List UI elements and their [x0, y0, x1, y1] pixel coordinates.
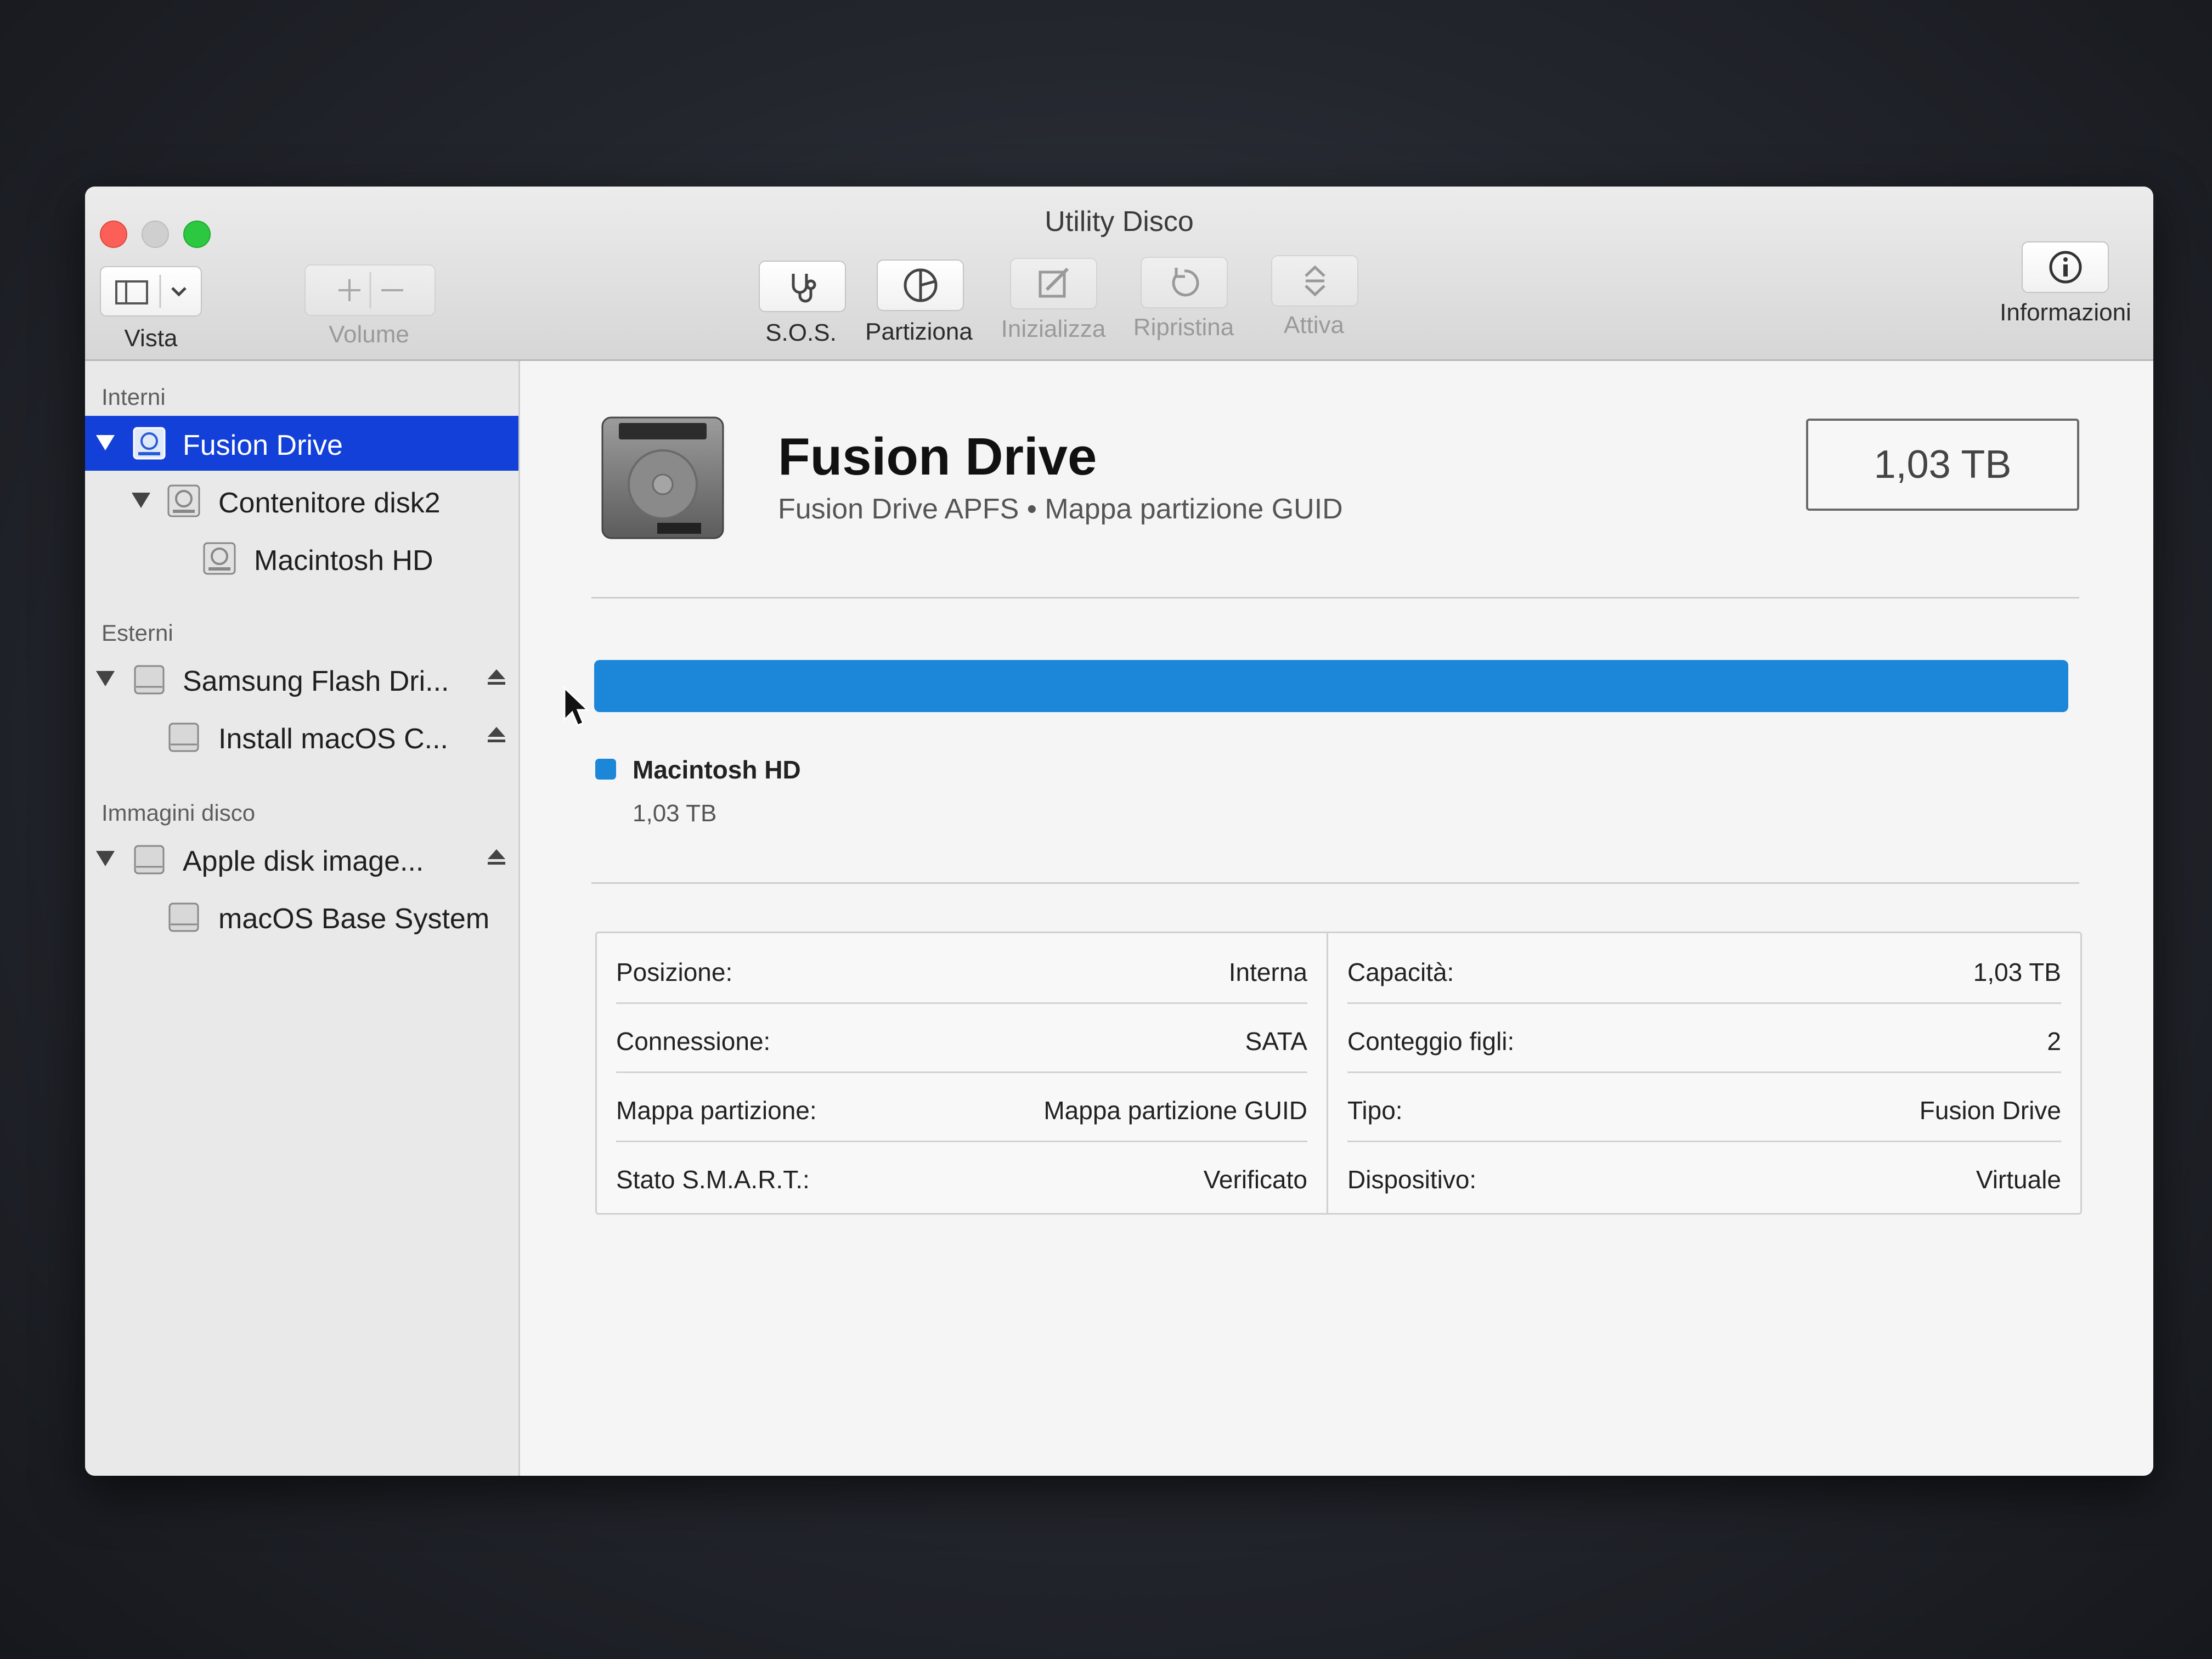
erase-label: Inizializza — [1001, 315, 1106, 342]
sidebar-section-external: Esterni — [101, 620, 173, 646]
sidebar-item-label: Fusion Drive — [183, 430, 343, 461]
info-label: Connessione: — [616, 1027, 771, 1056]
pie-partition-icon — [904, 268, 937, 302]
info-row: Dispositivo: Virtuale — [1347, 1141, 2061, 1210]
info-value: Interna — [1228, 958, 1307, 986]
info-row: Tipo: Fusion Drive — [1347, 1071, 2061, 1142]
restore-label: Ripristina — [1133, 314, 1234, 341]
mount-label: Attiva — [1283, 312, 1345, 338]
disk-image-icon — [134, 845, 165, 874]
sidebar-item-label: Macintosh HD — [254, 545, 433, 577]
legend-swatch — [595, 759, 616, 780]
eject-icon[interactable] — [486, 846, 507, 868]
toolbar: Utility Disco Vista Volume S.O.S. Partiz… — [85, 187, 2153, 361]
info-value: Mappa partizione GUID — [1043, 1096, 1307, 1125]
view-button[interactable] — [100, 266, 202, 317]
stethoscope-icon — [792, 274, 816, 303]
info-value: 1,03 TB — [1973, 958, 2061, 986]
volume-label: Volume — [329, 321, 409, 348]
external-volume-icon — [168, 723, 199, 752]
first-aid-label: S.O.S. — [765, 319, 837, 346]
info-label: Dispositivo: — [1347, 1165, 1477, 1194]
info-table: Posizione: Interna Connessione: SATA Map… — [595, 932, 2082, 1215]
volume-buttons[interactable] — [304, 264, 436, 316]
info-icon — [2049, 251, 2081, 284]
info-value: SATA — [1245, 1027, 1307, 1056]
disk-subtitle: Fusion Drive APFS • Mappa partizione GUI… — [778, 493, 1343, 525]
info-value: Fusion Drive — [1919, 1096, 2061, 1125]
info-column-right: Capacità: 1,03 TB Conteggio figli: 2 Tip… — [1328, 933, 2080, 1213]
info-row: Conteggio figli: 2 — [1347, 1002, 2061, 1073]
disk-title: Fusion Drive — [778, 427, 1097, 486]
info-row: Mappa partizione: Mappa partizione GUID — [616, 1071, 1307, 1142]
view-label: Vista — [124, 325, 178, 352]
partition-button[interactable] — [877, 259, 964, 311]
restore-arrow-icon — [1172, 268, 1199, 297]
info-row: Posizione: Interna — [616, 933, 1307, 1004]
legend-volume-name: Macintosh HD — [633, 755, 801, 784]
legend-volume-size: 1,03 TB — [633, 800, 717, 827]
info-row: Connessione: SATA — [616, 1002, 1307, 1073]
volume-disk-icon — [203, 542, 236, 575]
info-label: Posizione: — [616, 958, 733, 986]
sidebar-item-install-macos[interactable]: Install macOS C... — [85, 709, 518, 764]
usage-bar — [594, 660, 2068, 712]
sidebar-item-samsung-flash-drive[interactable]: Samsung Flash Dri... — [85, 652, 518, 707]
info-label: Tipo: — [1347, 1096, 1403, 1125]
capacity-badge: 1,03 TB — [1806, 419, 2079, 511]
first-aid-button[interactable] — [759, 261, 846, 312]
eject-icon[interactable] — [486, 666, 507, 688]
sidebar-item-label: Apple disk image... — [183, 845, 424, 877]
mouse-pointer-icon — [563, 686, 590, 726]
sidebar-view-icon — [115, 275, 187, 308]
info-label: Capacità: — [1347, 958, 1454, 986]
sidebar-item-fusion-drive[interactable]: Fusion Drive — [85, 416, 518, 471]
disk-utility-window: Utility Disco Vista Volume S.O.S. Partiz… — [85, 187, 2153, 1476]
mount-icon — [1304, 265, 1325, 297]
window-title: Utility Disco — [1045, 206, 1194, 238]
sidebar-section-disk-images: Immagini disco — [101, 800, 256, 826]
info-label: Mappa partizione: — [616, 1096, 817, 1125]
info-row: Stato S.M.A.R.T.: Verificato — [616, 1141, 1307, 1210]
info-value: Verificato — [1203, 1165, 1307, 1194]
sidebar-item-macos-base-system[interactable]: macOS Base System — [85, 889, 518, 944]
sidebar-item-label: Install macOS C... — [218, 723, 448, 755]
sidebar-item-container-disk2[interactable]: Contenitore disk2 — [85, 473, 518, 528]
mount-button[interactable] — [1271, 255, 1358, 307]
info-label: Conteggio figli: — [1347, 1027, 1515, 1056]
sidebar-item-label: Samsung Flash Dri... — [183, 665, 449, 697]
sidebar: Interni Fusion Drive Contenitore disk2 M… — [85, 361, 520, 1476]
info-value: 2 — [2047, 1027, 2061, 1056]
info-row: Capacità: 1,03 TB — [1347, 933, 2061, 1004]
divider — [591, 882, 2079, 884]
disclosure-triangle-icon[interactable] — [96, 851, 115, 866]
main-panel: Fusion Drive Fusion Drive APFS • Mappa p… — [520, 361, 2153, 1476]
container-disk-icon — [167, 484, 200, 517]
sidebar-item-macintosh-hd[interactable]: Macintosh HD — [85, 531, 518, 586]
internal-disk-icon — [133, 427, 166, 460]
disclosure-triangle-icon[interactable] — [96, 671, 115, 686]
external-disk-icon — [134, 665, 165, 695]
info-label: Informazioni — [2000, 299, 2131, 326]
sidebar-section-internal: Interni — [101, 384, 166, 410]
erase-pencil-icon — [1039, 267, 1069, 298]
info-label: Stato S.M.A.R.T.: — [616, 1165, 810, 1194]
info-value: Virtuale — [1976, 1165, 2061, 1194]
divider — [591, 597, 2079, 599]
disk-image-volume-icon — [168, 902, 199, 932]
disclosure-triangle-icon[interactable] — [96, 435, 115, 450]
info-button[interactable] — [2022, 241, 2109, 293]
eject-icon[interactable] — [486, 724, 507, 746]
erase-button[interactable] — [1010, 258, 1097, 309]
add-remove-icon — [338, 272, 403, 308]
restore-button[interactable] — [1141, 257, 1228, 308]
sidebar-item-apple-disk-image[interactable]: Apple disk image... — [85, 832, 518, 887]
sidebar-item-label: Contenitore disk2 — [218, 487, 441, 519]
sidebar-item-label: macOS Base System — [218, 903, 490, 935]
info-column-left: Posizione: Interna Connessione: SATA Map… — [597, 933, 1328, 1213]
disclosure-triangle-icon[interactable] — [132, 493, 150, 508]
partition-label: Partiziona — [865, 318, 973, 345]
hard-drive-icon — [601, 416, 724, 539]
chevron-down-icon — [171, 287, 187, 297]
